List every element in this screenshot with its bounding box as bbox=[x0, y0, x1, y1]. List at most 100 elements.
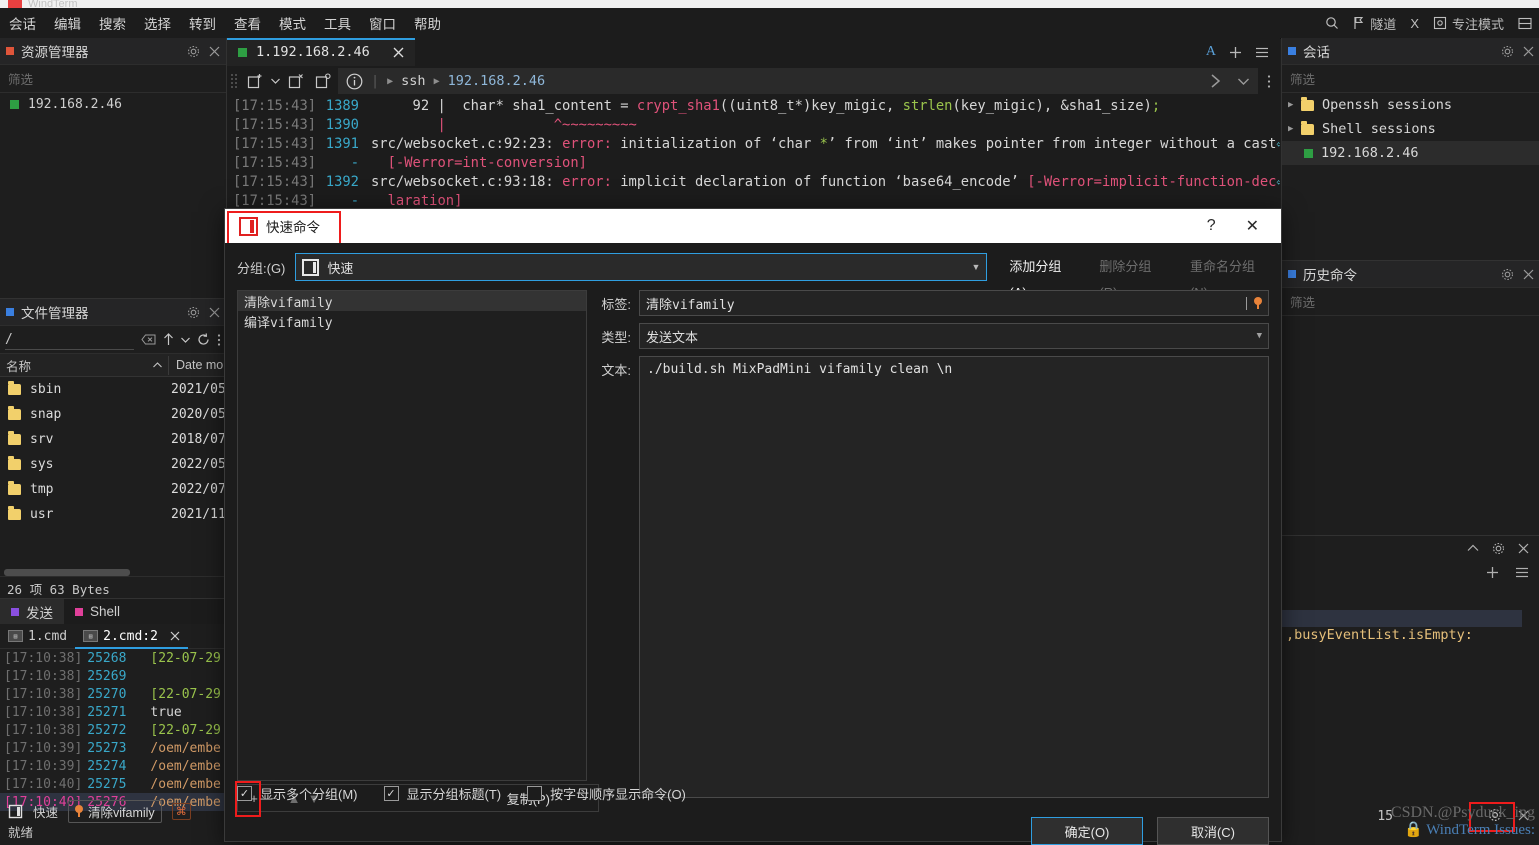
close-session-icon[interactable] bbox=[282, 68, 309, 94]
session-group-shell[interactable]: ▶ Shell sessions bbox=[1282, 117, 1539, 141]
option-show-multiple-groups[interactable]: ✓ 显示多个分组(M) bbox=[237, 784, 358, 803]
file-row[interactable]: srv 2018/07 bbox=[0, 427, 226, 452]
label-input[interactable]: 清除vifamily bbox=[639, 290, 1269, 316]
menubar-focus-button[interactable]: 专注模式 bbox=[1426, 11, 1511, 36]
command-list-item[interactable]: 清除vifamily bbox=[238, 291, 586, 311]
explorer-item-host[interactable]: 192.168.2.46 bbox=[0, 93, 226, 116]
history-filter-input[interactable]: 筛选 bbox=[1290, 292, 1532, 311]
backspace-icon[interactable] bbox=[141, 334, 156, 345]
ok-button[interactable]: 确定(O) bbox=[1031, 817, 1143, 845]
statusbar-shortcut-badge[interactable]: ⌘ bbox=[171, 802, 191, 820]
gear-icon[interactable] bbox=[1501, 268, 1514, 281]
file-row[interactable]: tmp 2022/07 bbox=[0, 477, 226, 502]
breadcrumb-protocol[interactable]: ssh bbox=[401, 73, 425, 89]
plus-icon[interactable] bbox=[1229, 46, 1242, 59]
checkbox-icon[interactable] bbox=[527, 786, 543, 801]
new-session-icon[interactable] bbox=[241, 68, 268, 94]
sessions-filter[interactable]: 筛选 bbox=[1282, 65, 1539, 93]
menubar-layout-button[interactable] bbox=[1511, 14, 1539, 33]
menu-icon[interactable] bbox=[1515, 567, 1529, 578]
session-item-host[interactable]: 192.168.2.46 bbox=[1282, 141, 1539, 165]
cancel-button[interactable]: 取消(C) bbox=[1157, 817, 1269, 845]
menu-icon[interactable] bbox=[1255, 47, 1269, 58]
horizontal-scrollbar[interactable] bbox=[4, 569, 130, 576]
close-icon[interactable] bbox=[209, 46, 220, 57]
up-arrow-icon[interactable] bbox=[163, 333, 174, 346]
close-icon[interactable] bbox=[209, 307, 220, 318]
menu-tools[interactable]: 工具 bbox=[315, 9, 360, 37]
menu-session[interactable]: 会话 bbox=[0, 9, 45, 37]
close-icon[interactable] bbox=[393, 47, 404, 58]
close-icon[interactable]: ✕ bbox=[1246, 216, 1259, 236]
menu-view[interactable]: 查看 bbox=[225, 9, 270, 37]
column-header-date[interactable]: Date mo bbox=[169, 358, 223, 372]
chevron-down-icon[interactable] bbox=[1237, 77, 1250, 86]
statusbar-command-chip[interactable]: 清除vifamily bbox=[68, 799, 162, 823]
breadcrumb-host[interactable]: 192.168.2.46 bbox=[448, 73, 546, 89]
pin-icon[interactable] bbox=[1254, 297, 1262, 309]
gear-icon[interactable] bbox=[187, 306, 200, 319]
add-group-button[interactable]: 添加分组(A) bbox=[997, 254, 1077, 300]
chevron-down-icon[interactable] bbox=[268, 68, 282, 94]
help-button[interactable]: ? bbox=[1207, 217, 1216, 235]
file-row[interactable]: sys 2022/05 bbox=[0, 452, 226, 477]
file-row[interactable]: usr 2021/11 bbox=[0, 502, 226, 527]
tab-shell[interactable]: Shell bbox=[64, 599, 131, 624]
font-size-icon[interactable]: A bbox=[1206, 44, 1216, 60]
menu-select[interactable]: 选择 bbox=[135, 9, 180, 37]
chevron-down-icon[interactable]: ▼ bbox=[1257, 331, 1262, 341]
tab-send[interactable]: 发送 bbox=[0, 599, 64, 624]
column-header-name[interactable]: 名称 bbox=[0, 355, 169, 375]
chevron-right-icon[interactable] bbox=[1209, 73, 1222, 89]
chevron-up-icon[interactable] bbox=[1467, 544, 1479, 552]
gear-icon[interactable] bbox=[1492, 542, 1505, 555]
subtab-1-cmd[interactable]: ▤ 1.cmd bbox=[0, 624, 75, 648]
refresh-icon[interactable] bbox=[197, 333, 210, 346]
file-row[interactable]: snap 2020/05 bbox=[0, 402, 226, 427]
drag-handle-icon[interactable] bbox=[230, 73, 241, 89]
menu-goto[interactable]: 转到 bbox=[180, 9, 225, 37]
close-icon[interactable] bbox=[1523, 269, 1534, 280]
session-group-openssh[interactable]: ▶ Openssh sessions bbox=[1282, 93, 1539, 117]
command-list[interactable]: 清除vifamily 编译vifamily bbox=[237, 290, 587, 781]
close-icon[interactable] bbox=[170, 631, 180, 641]
checkbox-icon[interactable]: ✓ bbox=[383, 786, 399, 801]
option-sort-alphabetically[interactable]: 按字母顺序显示命令(O) bbox=[527, 784, 686, 803]
plus-icon[interactable] bbox=[1486, 566, 1499, 579]
quick-command-icon[interactable] bbox=[8, 804, 23, 819]
type-select[interactable]: 发送文本 ▼ bbox=[639, 323, 1269, 349]
subtab-2-cmd[interactable]: ▤ 2.cmd:2 bbox=[75, 624, 188, 649]
session-breadcrumb[interactable]: | ▶ ssh ▶ 192.168.2.46 bbox=[338, 68, 1258, 94]
menubar-x-button[interactable]: X bbox=[1403, 13, 1426, 34]
menubar-search-button[interactable] bbox=[1318, 13, 1346, 33]
menu-window[interactable]: 窗口 bbox=[360, 9, 405, 37]
statusbar-quick-label[interactable]: 快速 bbox=[33, 802, 58, 821]
explorer-filter[interactable]: 筛选 bbox=[0, 65, 226, 93]
gear-icon[interactable] bbox=[187, 45, 200, 58]
menu-search[interactable]: 搜索 bbox=[90, 9, 135, 37]
path-input[interactable]: / bbox=[5, 330, 134, 350]
gear-icon[interactable] bbox=[1501, 45, 1514, 58]
close-icon[interactable] bbox=[1518, 543, 1529, 554]
more-vertical-icon[interactable] bbox=[217, 333, 221, 347]
info-icon[interactable] bbox=[346, 73, 363, 90]
checkbox-icon[interactable]: ✓ bbox=[237, 786, 252, 801]
chevron-right-icon[interactable]: ▶ bbox=[1288, 124, 1301, 134]
sessions-filter-input[interactable]: 筛选 bbox=[1290, 69, 1532, 88]
explorer-filter-input[interactable]: 筛选 bbox=[8, 69, 218, 88]
text-input[interactable]: ./build.sh MixPadMini vifamily clean \n bbox=[639, 356, 1269, 798]
menu-mode[interactable]: 模式 bbox=[270, 9, 315, 37]
option-show-group-title[interactable]: ✓ 显示分组标题(T) bbox=[383, 784, 501, 803]
menu-edit[interactable]: 编辑 bbox=[45, 9, 90, 37]
history-filter[interactable]: 筛选 bbox=[1282, 288, 1539, 316]
menu-help[interactable]: 帮助 bbox=[405, 9, 450, 37]
reconnect-session-icon[interactable] bbox=[309, 68, 336, 94]
command-list-item[interactable]: 编译vifamily bbox=[238, 311, 586, 331]
chevron-down-icon[interactable]: ▼ bbox=[971, 262, 980, 272]
close-icon[interactable] bbox=[1523, 46, 1534, 57]
chevron-right-icon[interactable]: ▶ bbox=[1288, 100, 1301, 110]
terminal-tab[interactable]: 1.192.168.2.46 bbox=[227, 38, 415, 66]
more-vertical-icon[interactable] bbox=[1258, 74, 1280, 89]
menubar-tunnel-button[interactable]: 隧道 bbox=[1346, 11, 1403, 36]
chevron-down-icon[interactable] bbox=[181, 337, 190, 343]
